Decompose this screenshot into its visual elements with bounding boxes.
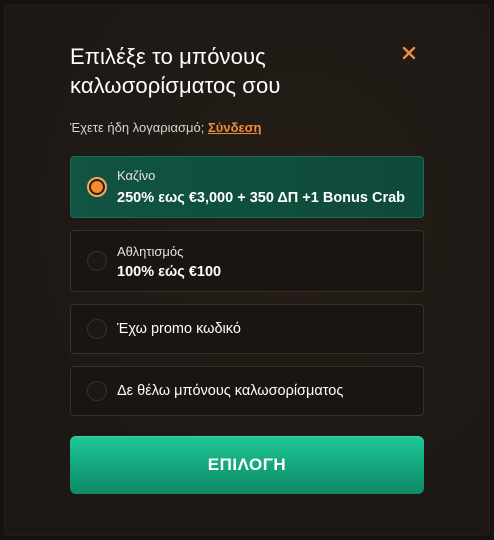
login-prompt: Έχετε ήδη λογαριασμό;	[70, 120, 205, 135]
radio-sports[interactable]	[87, 251, 107, 271]
welcome-bonus-modal: Επιλέξε το μπόνους καλωσορίσματος σου Έχ…	[4, 4, 490, 536]
radio-casino[interactable]	[87, 177, 107, 197]
login-row: Έχετε ήδη λογαριασμό; Σύνδεση	[70, 120, 262, 135]
radio-no-bonus[interactable]	[87, 381, 107, 401]
option-no-bonus[interactable]: Δε θέλω μπόνους καλωσορίσματος	[70, 366, 424, 416]
option-no-bonus-label: Δε θέλω μπόνους καλωσορίσματος	[117, 383, 344, 399]
close-icon[interactable]	[400, 44, 420, 64]
option-sports-title: Αθλητισμός	[117, 244, 184, 259]
option-promo-code-label: Έχω promo κωδικό	[117, 321, 241, 337]
login-link[interactable]: Σύνδεση	[208, 120, 262, 135]
option-casino-title: Καζίνο	[117, 168, 156, 183]
radio-promo-code[interactable]	[87, 319, 107, 339]
option-promo-code[interactable]: Έχω promo κωδικό	[70, 304, 424, 354]
modal-title: Επιλέξε το μπόνους καλωσορίσματος σου	[70, 44, 281, 98]
option-casino-description: 250% εως €3,000 + 350 ΔΠ +1 Bonus Crab	[117, 190, 406, 206]
option-sports[interactable]: Αθλητισμός 100% εώς €100	[70, 230, 424, 292]
option-casino[interactable]: Καζίνο 250% εως €3,000 + 350 ΔΠ +1 Bonus…	[70, 156, 424, 218]
option-sports-description: 100% εώς €100	[117, 264, 222, 280]
select-button[interactable]: ΕΠΙΛΟΓΗ	[70, 436, 424, 494]
